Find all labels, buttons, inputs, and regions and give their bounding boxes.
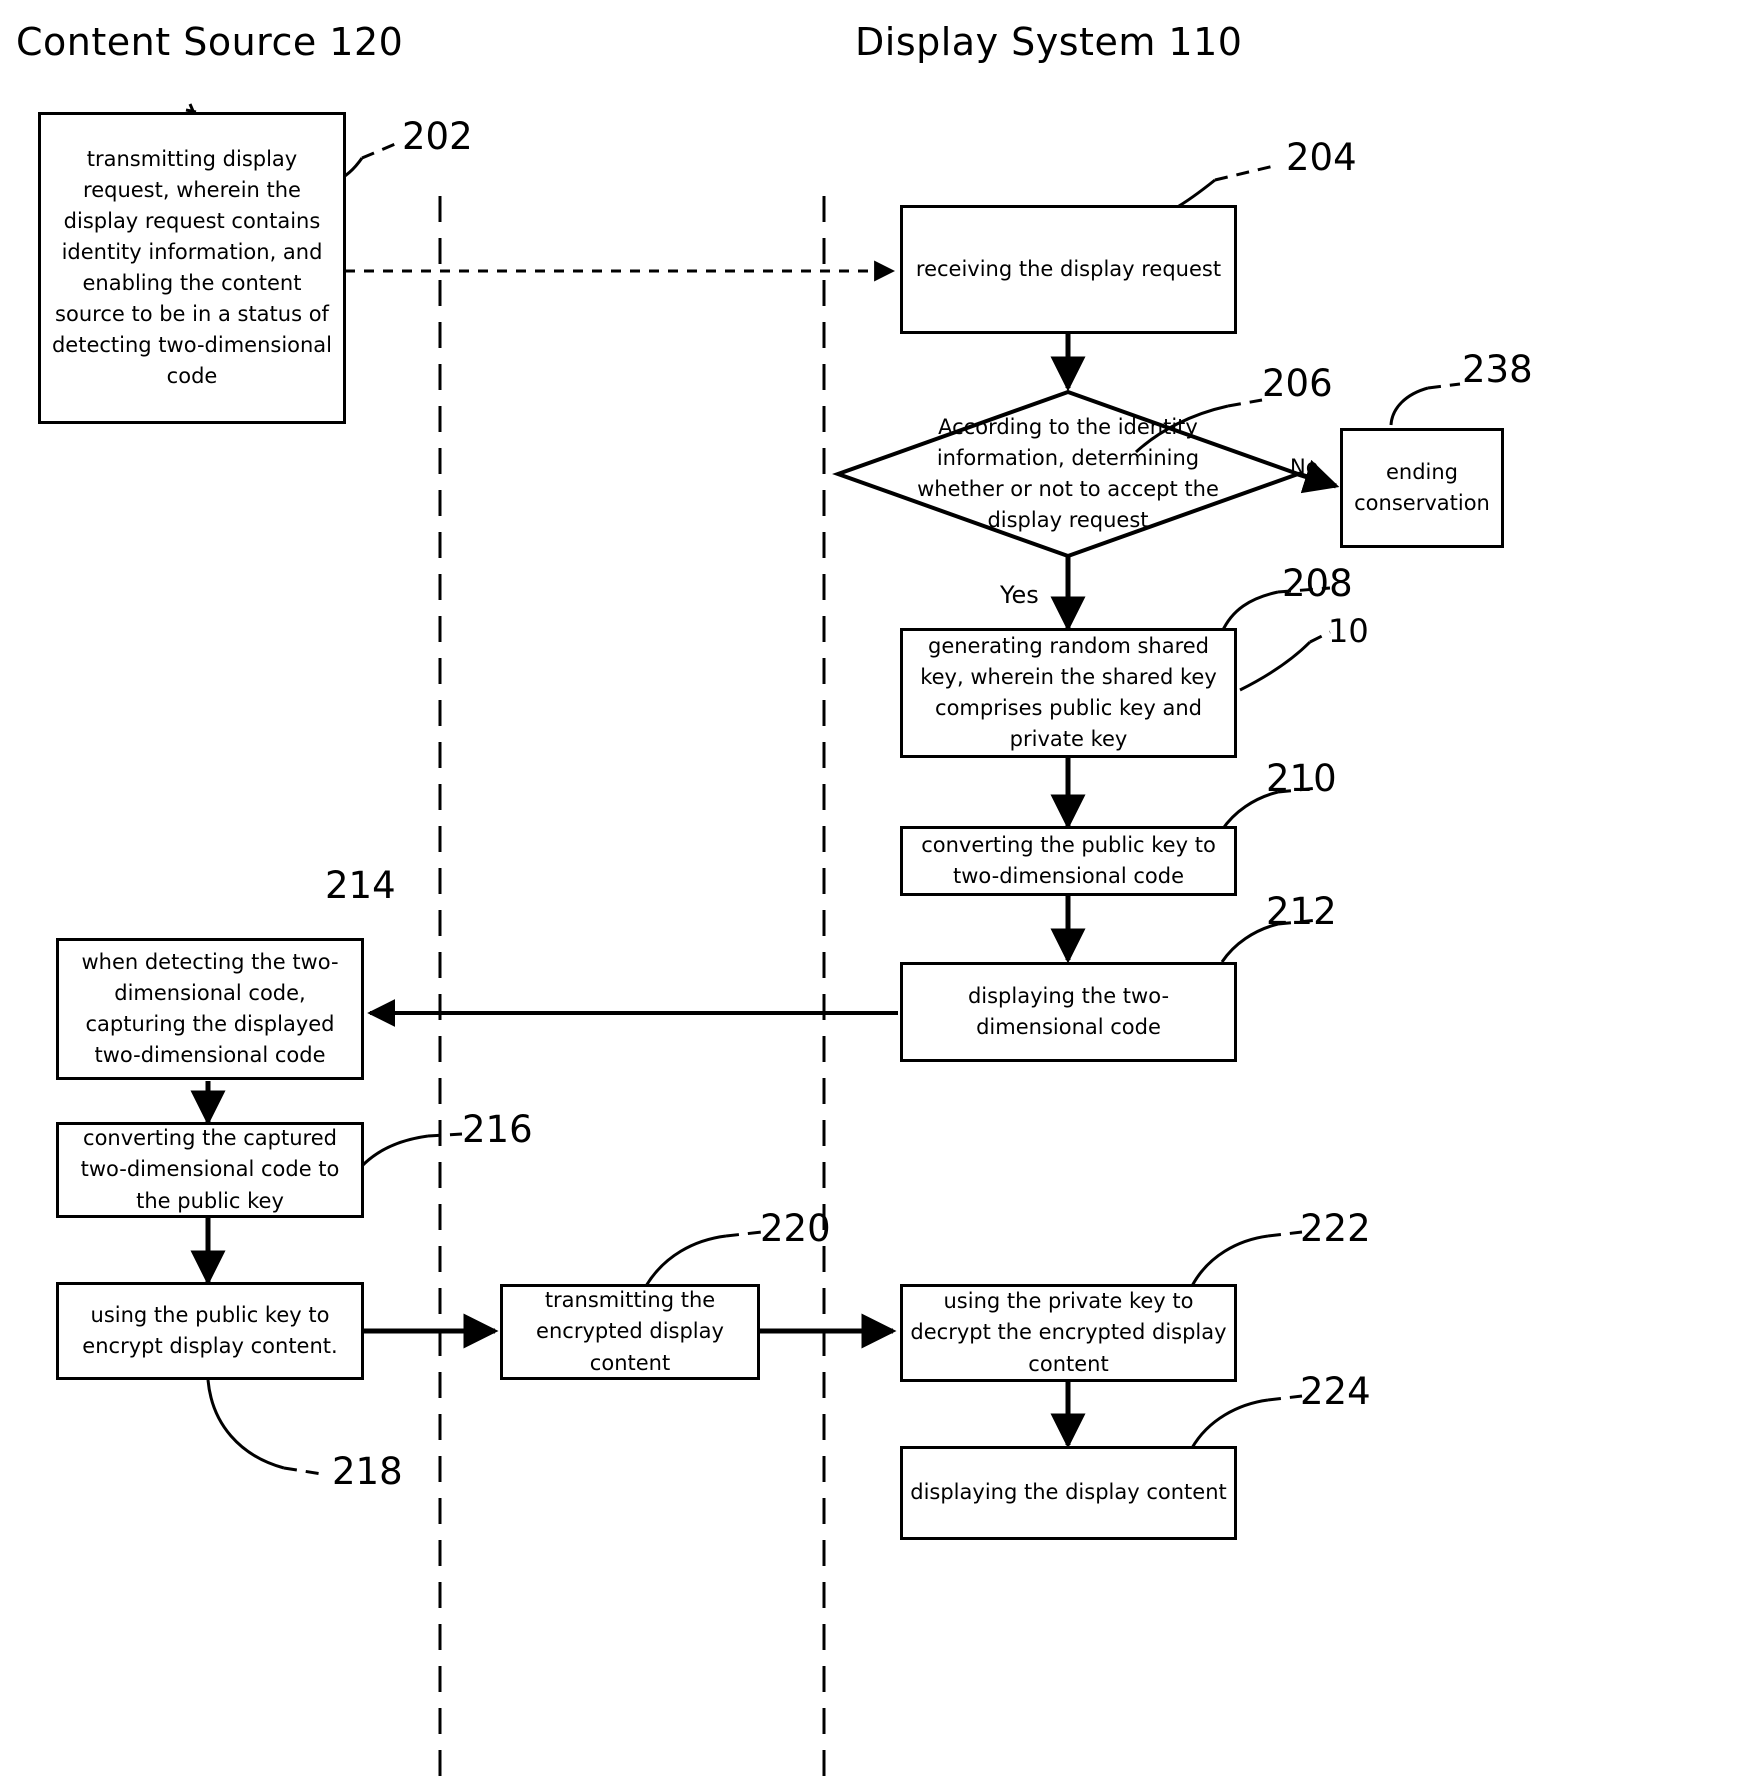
leader-220 <box>644 1230 763 1287</box>
decision-node-206-label: According to the identity information, d… <box>917 414 1219 533</box>
ref-numeral-214: 214 <box>325 864 396 907</box>
lane-title-content-source: Content Source 120 <box>16 20 404 64</box>
leader-238 <box>1389 382 1461 426</box>
ref-numeral-206: 206 <box>1262 362 1333 405</box>
ref-numeral-218: 218 <box>332 1450 403 1493</box>
ref-numeral-202: 202 <box>402 115 473 158</box>
process-node-216[interactable]: converting the captured two-dimensional … <box>56 1122 364 1218</box>
process-node-224[interactable]: displaying the display content <box>900 1446 1237 1540</box>
ref-numeral-208: 208 <box>1282 562 1353 605</box>
decision-node-206[interactable]: According to the identity information, d… <box>838 392 1298 556</box>
ref-numeral-10: 10 <box>1328 612 1369 650</box>
ref-numeral-216: 216 <box>462 1108 533 1151</box>
process-node-222[interactable]: using the private key to decrypt the enc… <box>900 1284 1237 1382</box>
edge-label-yes: Yes <box>1000 581 1039 609</box>
process-node-212[interactable]: displaying the two-dimensional code <box>900 962 1237 1062</box>
process-node-208[interactable]: generating random shared key, wherein th… <box>900 628 1237 758</box>
lane-title-display-system: Display System 110 <box>855 20 1243 64</box>
process-node-202[interactable]: transmitting display request, wherein th… <box>38 112 346 424</box>
ref-numeral-220: 220 <box>760 1207 831 1250</box>
leader-10 <box>1239 630 1331 692</box>
ref-numeral-222: 222 <box>1300 1207 1371 1250</box>
leader-216 <box>350 1132 463 1179</box>
process-node-204[interactable]: receiving the display request <box>900 205 1237 334</box>
ref-numeral-212: 212 <box>1266 890 1337 933</box>
edge-label-no: No <box>1290 455 1319 479</box>
leader-222 <box>1190 1230 1303 1287</box>
process-node-238[interactable]: ending conservation <box>1340 428 1504 548</box>
leader-224 <box>1190 1394 1303 1449</box>
process-node-218[interactable]: using the public key to encrypt display … <box>56 1282 364 1380</box>
ref-numeral-224: 224 <box>1300 1370 1371 1413</box>
process-node-210[interactable]: converting the public key to two-dimensi… <box>900 826 1237 896</box>
ref-numeral-210: 210 <box>1266 757 1337 800</box>
ref-numeral-238: 238 <box>1462 348 1533 391</box>
ref-numeral-204: 204 <box>1286 136 1357 179</box>
process-node-220[interactable]: transmitting the encrypted display conte… <box>500 1284 760 1380</box>
patent-flowchart-figure: Content Source 120 Display System 110 tr… <box>0 0 1758 1784</box>
process-node-214[interactable]: when detecting the two-dimensional code,… <box>56 938 364 1080</box>
leader-218 <box>206 1379 323 1476</box>
